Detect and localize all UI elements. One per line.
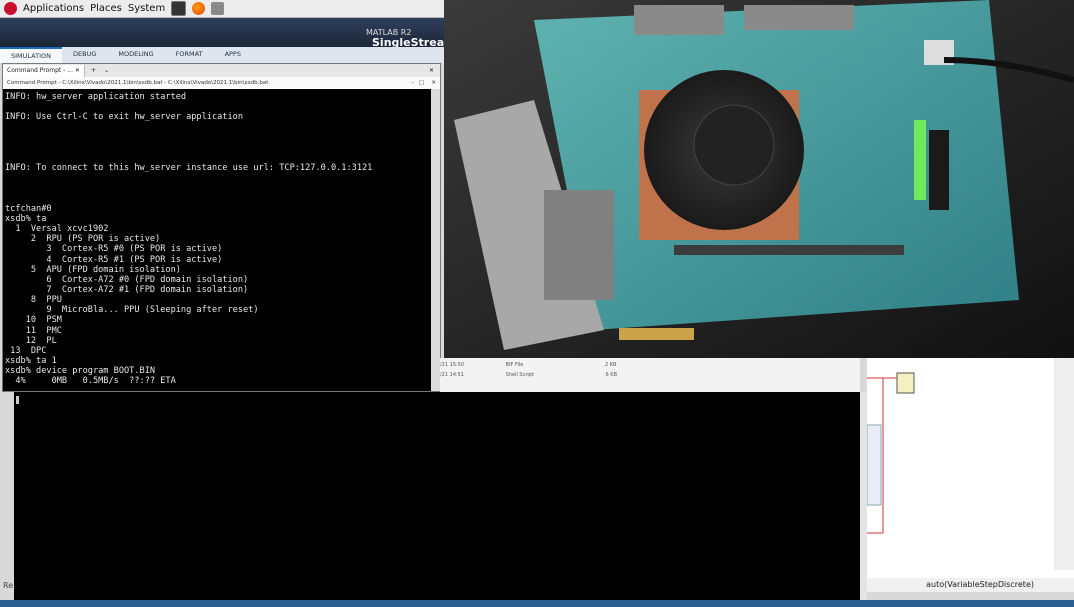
tab-format[interactable]: FORMAT xyxy=(165,47,214,63)
simulink-canvas[interactable] xyxy=(866,358,1074,578)
settings-launcher-icon[interactable] xyxy=(211,2,225,15)
simulink-diagram xyxy=(866,358,1074,570)
file-browser-strip: /21 15:50 BIF File 2 KB /21 14:51 Shell … xyxy=(440,358,860,392)
led-bar xyxy=(914,120,926,200)
chevron-down-icon[interactable]: ⌄ xyxy=(102,67,111,74)
tab-modeling[interactable]: MODELING xyxy=(107,47,164,63)
fmc-connector xyxy=(929,130,949,210)
board-photo xyxy=(444,0,1074,358)
canvas-scrollbar[interactable] xyxy=(1054,358,1074,570)
minimize-icon[interactable]: – xyxy=(411,77,414,89)
qsfp-cage xyxy=(634,5,724,35)
tab-debug[interactable]: DEBUG xyxy=(62,47,107,63)
pcie-edge-connector xyxy=(619,328,694,340)
file-row[interactable]: /21 14:51 Shell Script 6 KB xyxy=(440,372,617,378)
taskbar-strip xyxy=(0,600,1074,607)
terminal-launcher-icon[interactable] xyxy=(171,1,187,16)
status-left-label: Re xyxy=(3,581,14,590)
matlab-ribbon-tabs: SIMULATION DEBUG MODELING FORMAT APPS xyxy=(0,47,444,63)
tab-simulation[interactable]: SIMULATION xyxy=(0,47,62,63)
tab-apps[interactable]: APPS xyxy=(214,47,252,63)
connector-block xyxy=(744,5,854,30)
top-panel: Applications Places System xyxy=(0,0,444,18)
close-icon[interactable]: ✕ xyxy=(431,77,436,89)
ram-slot xyxy=(674,245,904,255)
system-menu[interactable]: System xyxy=(128,3,165,14)
board-camera-feed xyxy=(444,0,1074,358)
terminal-tab[interactable]: Command Prompt - ... ✕ xyxy=(3,64,85,77)
file-type: Shell Script xyxy=(505,372,534,378)
firefox-launcher-icon[interactable] xyxy=(192,2,206,15)
file-date: /21 15:50 xyxy=(440,362,465,368)
terminal-scrollbar[interactable] xyxy=(431,89,440,391)
terminal-tab-label: Command Prompt - ... xyxy=(7,66,73,74)
file-row[interactable]: /21 15:50 BIF File 2 KB xyxy=(440,362,616,368)
subsystem-block[interactable] xyxy=(866,424,882,506)
command-prompt-window: Command Prompt - ... ✕ + ⌄ ✕ Command Pro… xyxy=(2,63,441,392)
file-type: BIF File xyxy=(505,362,524,368)
new-tab-icon[interactable]: + xyxy=(85,67,102,74)
solver-status: auto(VariableStepDiscrete) xyxy=(867,578,1074,592)
file-size: 2 KB xyxy=(604,362,617,368)
sfp-cage xyxy=(544,190,614,300)
terminal-title: Command Prompt - C:\Xilinx\Vivado\2021.1… xyxy=(7,80,269,86)
fan-hub xyxy=(693,104,775,186)
file-size: 6 KB xyxy=(605,372,618,378)
maximize-icon[interactable]: □ xyxy=(419,77,424,89)
terminal-output: INFO: hw_server application started INFO… xyxy=(5,92,373,387)
applications-menu[interactable]: Applications xyxy=(23,3,84,14)
close-window-icon[interactable]: ✕ xyxy=(429,67,440,74)
terminal-tab-bar: Command Prompt - ... ✕ + ⌄ ✕ xyxy=(3,64,440,77)
terminal-titlebar: Command Prompt - C:\Xilinx\Vivado\2021.1… xyxy=(3,77,440,89)
console-scrollbar[interactable] xyxy=(860,392,867,603)
cursor xyxy=(16,396,19,404)
close-tab-icon[interactable]: ✕ xyxy=(75,67,80,74)
second-console[interactable] xyxy=(14,392,860,603)
file-date: /21 14:51 xyxy=(440,372,465,378)
scope-block-icon[interactable] xyxy=(896,372,915,394)
places-menu[interactable]: Places xyxy=(90,3,122,14)
redhat-logo-icon[interactable] xyxy=(4,2,17,15)
